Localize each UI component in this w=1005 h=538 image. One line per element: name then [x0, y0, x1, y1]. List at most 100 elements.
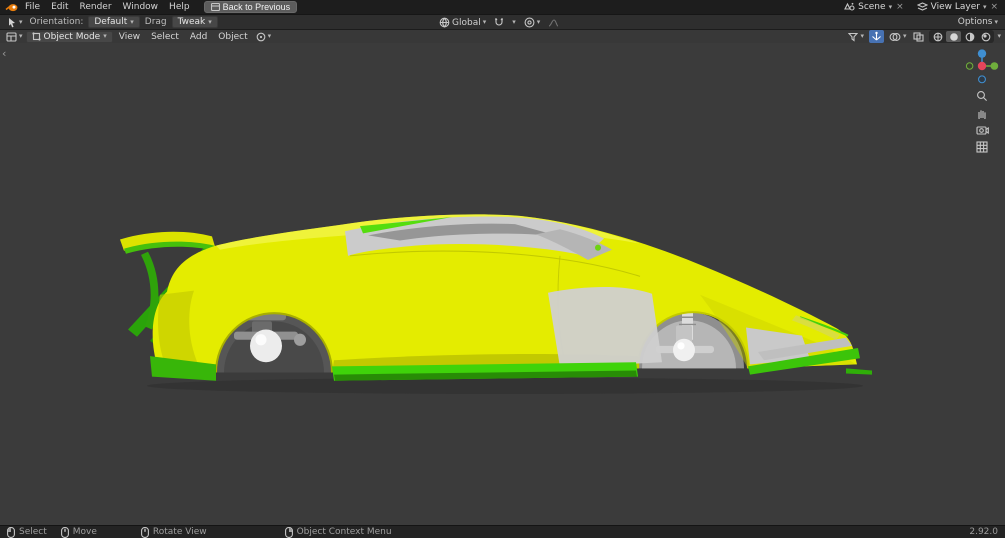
scene-selector-label: Scene — [858, 2, 886, 12]
drag-value: Tweak — [177, 17, 206, 27]
mode-dropdown[interactable]: Object Mode ▾ — [25, 30, 113, 43]
chevron-down-icon: ▾ — [130, 17, 134, 26]
viewport-header-right: ▾ ▾ ▾ — [846, 30, 1001, 43]
chevron-down-icon: ▾ — [888, 2, 893, 11]
snap-toggle[interactable] — [492, 16, 506, 29]
grid-icon — [976, 140, 988, 153]
shading-mode-group — [929, 30, 995, 43]
orientation-label: Orientation: — [29, 17, 84, 27]
tool-settings-bar: ▾ Orientation: Default ▾ Drag Tweak ▾ Gl… — [0, 14, 1005, 29]
toggle-ortho-grid-button[interactable] — [972, 139, 992, 154]
object-mode-icon — [31, 32, 41, 41]
viewport-editor-icon — [6, 31, 17, 42]
chevron-down-icon: ▾ — [103, 32, 107, 40]
falloff-curve-icon — [549, 18, 559, 27]
snap-proportional-tools: Global ▾ ▾ ▾ — [437, 16, 561, 29]
viewport-menu-view[interactable]: View — [114, 30, 145, 44]
axis-x-handle — [977, 61, 987, 71]
toolbar-collapse-icon[interactable]: ‹ — [2, 48, 6, 59]
topbar: File Edit Render Window Help Back to Pre… — [0, 0, 1005, 14]
chevron-down-icon: ▾ — [536, 18, 541, 26]
viewport-menu-add[interactable]: Add — [185, 30, 212, 44]
scene-selector[interactable]: Scene ▾ × — [841, 1, 908, 13]
solid-shading-icon — [950, 32, 958, 41]
overlays-dropdown[interactable]: ▾ — [887, 30, 909, 43]
car-model[interactable] — [120, 214, 872, 381]
hint-select-label: Select — [19, 527, 47, 537]
back-to-previous-button[interactable]: Back to Previous — [203, 1, 298, 13]
chevron-down-icon: ▾ — [19, 17, 23, 26]
menu-edit[interactable]: Edit — [46, 0, 73, 14]
blender-version: 2.92.0 — [969, 527, 998, 537]
gizmo-axes-icon — [872, 31, 881, 41]
viewport-menu-object[interactable]: Object — [213, 30, 252, 44]
blender-window: File Edit Render Window Help Back to Pre… — [0, 0, 1005, 538]
navigation-gizmo[interactable] — [963, 46, 1001, 86]
hint-move: Move — [60, 526, 97, 538]
axis-z-handle — [977, 49, 987, 58]
scene-icon — [844, 2, 855, 11]
view-layer-selector[interactable]: View Layer ▾ × — [914, 1, 1002, 13]
material-shading-icon — [965, 32, 975, 41]
snap-settings-dropdown[interactable]: ▾ — [510, 16, 518, 29]
pivot-point-icon — [256, 32, 265, 41]
viewport-3d[interactable]: ‹ — [0, 43, 1005, 525]
unlink-scene-icon[interactable]: × — [895, 2, 905, 12]
new-view-layer-icon[interactable]: × — [989, 2, 999, 12]
shading-material-button[interactable] — [962, 31, 977, 42]
hint-rotate-view-label: Rotate View — [152, 527, 207, 537]
topbar-right: Scene ▾ × View Layer ▾ × — [841, 1, 1002, 13]
menu-file[interactable]: File — [20, 0, 45, 14]
options-dropdown[interactable]: Options ▾ — [956, 16, 1000, 29]
viewport-canvas[interactable] — [0, 43, 1005, 525]
viewport-menu-select[interactable]: Select — [146, 30, 184, 44]
show-gizmo-toggle[interactable] — [868, 30, 884, 43]
proportional-editing-toggle[interactable]: ▾ — [522, 16, 543, 29]
mouse-middle-icon — [60, 526, 69, 538]
menu-help[interactable]: Help — [164, 0, 195, 14]
chevron-down-icon: ▾ — [267, 32, 272, 40]
camera-view-button[interactable] — [972, 122, 992, 137]
tool-settings-right: Options ▾ — [956, 16, 1000, 29]
mouse-middle-icon — [140, 526, 149, 538]
overlays-icon — [889, 32, 901, 41]
chevron-down-icon: ▾ — [982, 2, 987, 11]
object-visibility-dropdown[interactable]: ▾ — [846, 30, 866, 43]
proportional-falloff-dropdown[interactable] — [546, 16, 561, 29]
zoom-tool-button[interactable] — [972, 88, 992, 103]
drag-dropdown[interactable]: Tweak ▾ — [171, 16, 218, 28]
workspace-icon — [210, 3, 220, 11]
filter-funnel-icon — [848, 32, 859, 42]
hint-select: Select — [7, 526, 47, 538]
orientation-dropdown[interactable]: Default ▾ — [88, 16, 140, 28]
tweak-tool-cursor-icon — [9, 17, 15, 27]
menu-render[interactable]: Render — [75, 0, 117, 14]
pan-tool-button[interactable] — [972, 105, 992, 120]
shading-options-dropdown[interactable]: ▾ — [997, 33, 1001, 40]
transform-orientation-dropdown[interactable]: Global ▾ — [437, 16, 488, 29]
active-tool-dropdown[interactable]: ▾ — [5, 16, 25, 29]
status-bar: Select Move Rotate View Object Context M… — [0, 525, 1005, 538]
chevron-down-icon: ▾ — [512, 18, 516, 26]
shading-rendered-button[interactable] — [978, 31, 993, 42]
orientation-value: Default — [94, 17, 128, 27]
hand-icon — [978, 109, 986, 119]
hint-move-label: Move — [72, 527, 97, 537]
chevron-down-icon: ▾ — [994, 17, 998, 26]
mouse-left-icon — [7, 526, 15, 538]
blender-logo-icon[interactable] — [3, 1, 19, 13]
menu-window[interactable]: Window — [118, 0, 164, 14]
hint-rotate-view: Rotate View — [140, 526, 207, 538]
transform-pivot-dropdown[interactable]: ▾ — [254, 30, 274, 43]
shading-wireframe-button[interactable] — [930, 31, 945, 42]
viewport-header: ▾ Object Mode ▾ View Select Add Object ▾… — [0, 29, 1005, 43]
global-orientation-icon — [439, 17, 450, 28]
proportional-editing-icon — [524, 17, 535, 28]
view-layer-icon — [916, 2, 928, 11]
editor-type-dropdown[interactable]: ▾ — [4, 30, 25, 43]
toggle-xray-button[interactable] — [911, 30, 926, 43]
hint-context-menu-label: Object Context Menu — [296, 527, 392, 537]
hint-context-menu: Object Context Menu — [284, 526, 392, 538]
shading-solid-button[interactable] — [946, 31, 962, 42]
magnifier-icon — [977, 90, 987, 101]
